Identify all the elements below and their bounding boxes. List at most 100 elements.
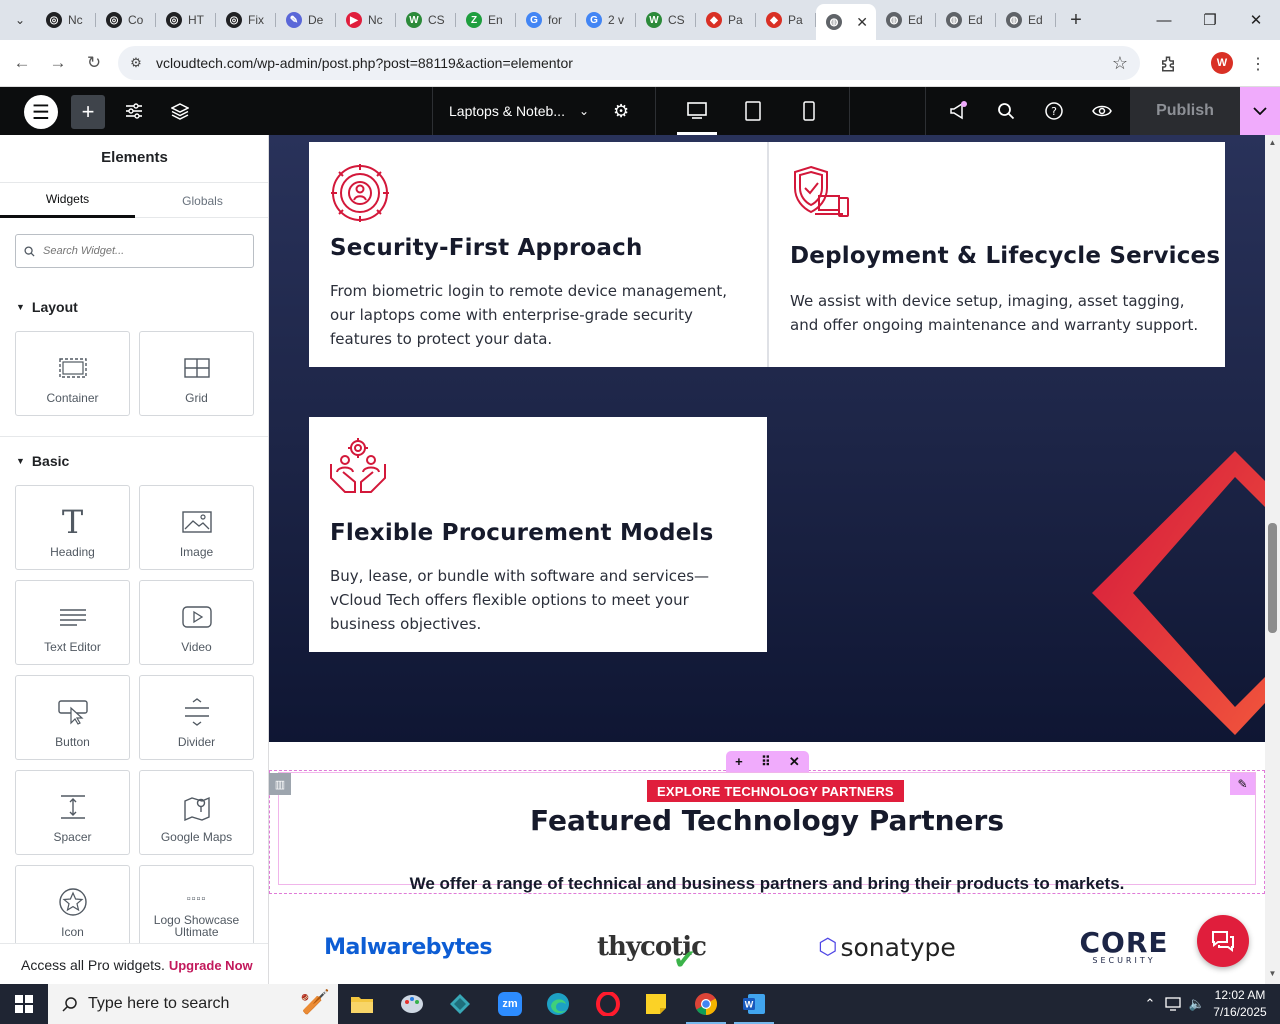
- scroll-down-arrow-icon[interactable]: ▼: [1265, 969, 1280, 978]
- widget-spacer[interactable]: Spacer: [15, 770, 130, 855]
- sticky-notes-icon[interactable]: [632, 984, 680, 1024]
- widget-logo-showcase[interactable]: ▫▫▫▫ Logo Showcase Ultimate: [139, 865, 254, 950]
- browser-tab[interactable]: W CS: [396, 4, 456, 36]
- widget-google-maps[interactable]: Google Maps: [139, 770, 254, 855]
- browser-tab[interactable]: Gfor: [516, 4, 576, 36]
- new-tab-button[interactable]: +: [1062, 6, 1090, 34]
- close-tab-icon[interactable]: ✕: [856, 14, 868, 31]
- widget-search-input[interactable]: [43, 245, 243, 257]
- edge-browser-icon[interactable]: [534, 984, 582, 1024]
- page-selector[interactable]: Laptops & Noteb... ⌄ ⚙: [432, 87, 656, 135]
- browser-tab[interactable]: ◍ Ed: [876, 4, 936, 36]
- profile-avatar[interactable]: W: [1211, 52, 1233, 74]
- chrome-icon[interactable]: [682, 984, 730, 1024]
- notifications-megaphone-icon[interactable]: [940, 87, 976, 135]
- back-arrow-icon[interactable]: ←: [7, 48, 37, 78]
- tab-favicon-icon: ◍: [826, 14, 842, 30]
- browser-tab[interactable]: ▶ Nc: [336, 4, 396, 36]
- search-icon[interactable]: [988, 87, 1024, 135]
- widget-button[interactable]: Button: [15, 675, 130, 760]
- word-icon[interactable]: W: [730, 984, 778, 1024]
- basic-section-header[interactable]: ▼ Basic: [16, 453, 69, 469]
- reload-icon[interactable]: ↻: [79, 48, 109, 78]
- tray-expand-chevron-icon[interactable]: ⌃: [1140, 984, 1160, 1024]
- widget-text-editor[interactable]: Text Editor: [15, 580, 130, 665]
- close-window-icon[interactable]: ✕: [1233, 0, 1279, 40]
- zoom-icon[interactable]: zm: [486, 984, 534, 1024]
- site-info-icon[interactable]: ⚙: [124, 51, 148, 75]
- browser-tab[interactable]: W CS: [636, 4, 696, 36]
- scroll-up-arrow-icon[interactable]: ▲: [1265, 138, 1280, 147]
- widget-search-box[interactable]: [15, 234, 254, 268]
- taskbar-search-box[interactable]: Type here to search 🏏: [48, 984, 338, 1024]
- minimize-icon[interactable]: —: [1141, 0, 1187, 40]
- widget-video[interactable]: Video: [139, 580, 254, 665]
- preview-eye-icon[interactable]: [1084, 87, 1120, 135]
- tab-globals[interactable]: Globals: [135, 183, 268, 218]
- add-section-icon[interactable]: +: [735, 754, 743, 769]
- layout-section-header[interactable]: ▼ Layout: [16, 299, 78, 315]
- browser-tab[interactable]: G 2 v: [576, 4, 636, 36]
- publish-button[interactable]: Publish: [1130, 87, 1240, 135]
- browser-tab[interactable]: ◎ Nc: [36, 4, 96, 36]
- widget-grid[interactable]: Grid: [139, 331, 254, 416]
- edit-pencil-icon[interactable]: ✎: [1230, 773, 1255, 795]
- widget-container[interactable]: Container: [15, 331, 130, 416]
- upgrade-now-link[interactable]: Upgrade Now: [169, 958, 253, 973]
- page-settings-gear-icon[interactable]: ⚙: [613, 101, 629, 122]
- mobile-icon[interactable]: [789, 87, 829, 135]
- elementor-logo-icon[interactable]: ☰: [24, 95, 58, 129]
- app-diamond-icon[interactable]: [436, 984, 484, 1024]
- malwarebytes-logo: Malwarebytes: [324, 934, 492, 960]
- widget-image[interactable]: Image: [139, 485, 254, 570]
- browser-tab[interactable]: ◍ Ed: [996, 4, 1056, 36]
- column-handle-icon[interactable]: ▥: [269, 773, 291, 795]
- paint-icon[interactable]: [388, 984, 436, 1024]
- browser-tab[interactable]: ◎ HT: [156, 4, 216, 36]
- add-element-button[interactable]: +: [71, 95, 105, 129]
- forward-arrow-icon[interactable]: →: [43, 48, 73, 78]
- browser-tab[interactable]: Z En: [456, 4, 516, 36]
- opera-icon[interactable]: [584, 984, 632, 1024]
- feature-card-deployment[interactable]: Deployment & Lifecycle Services We assis…: [767, 142, 1225, 367]
- vertical-scrollbar[interactable]: ▲ ▼: [1265, 135, 1280, 984]
- chrome-menu-icon[interactable]: ⋮: [1245, 51, 1271, 77]
- taskbar-clock[interactable]: 12:02 AM 7/16/2025: [1205, 987, 1275, 1021]
- publish-options-chevron-icon[interactable]: [1240, 87, 1280, 135]
- widget-heading[interactable]: T Heading: [15, 485, 130, 570]
- windows-start-icon[interactable]: [0, 984, 48, 1024]
- browser-tab[interactable]: ◎ Co: [96, 4, 156, 36]
- tab-widgets[interactable]: Widgets: [0, 183, 135, 218]
- browser-tab[interactable]: ◍ Ed: [936, 4, 996, 36]
- widget-icon[interactable]: Icon: [15, 865, 130, 950]
- drag-handle-icon[interactable]: ⠿: [761, 754, 771, 770]
- delete-section-icon[interactable]: ✕: [789, 754, 800, 770]
- site-settings-icon[interactable]: [118, 87, 150, 135]
- network-icon[interactable]: [1162, 984, 1184, 1024]
- tab-favicon-icon: W: [646, 12, 662, 28]
- structure-layers-icon[interactable]: [164, 87, 196, 135]
- tablet-icon[interactable]: [733, 87, 773, 135]
- browser-tab[interactable]: ◆ Pa: [696, 4, 756, 36]
- scrollbar-thumb[interactable]: [1268, 523, 1277, 633]
- thycotic-logo: thycotic ✔: [597, 932, 707, 976]
- url-text[interactable]: vcloudtech.com/wp-admin/post.php?post=88…: [156, 55, 573, 71]
- extensions-icon[interactable]: [1155, 51, 1181, 77]
- browser-tab[interactable]: ✎ De: [276, 4, 336, 36]
- omnibox[interactable]: ⚙ vcloudtech.com/wp-admin/post.php?post=…: [118, 46, 1140, 80]
- browser-tab[interactable]: ◆ Pa: [756, 4, 816, 36]
- browser-tab[interactable]: ◎ Fix: [216, 4, 276, 36]
- file-explorer-icon[interactable]: [338, 984, 386, 1024]
- widget-divider[interactable]: Divider: [139, 675, 254, 760]
- feature-card-security[interactable]: Security-First Approach From biometric l…: [309, 142, 767, 367]
- bookmark-star-icon[interactable]: ☆: [1112, 53, 1128, 74]
- chat-bubble-icon[interactable]: [1197, 915, 1249, 967]
- restore-icon[interactable]: ❐: [1187, 0, 1233, 40]
- desktop-icon[interactable]: [677, 87, 717, 135]
- tab-search-icon[interactable]: ⌄: [4, 4, 36, 36]
- browser-tab[interactable]: ◍ ✕: [816, 4, 876, 40]
- svg-text:W: W: [745, 1000, 754, 1010]
- help-icon[interactable]: ?: [1036, 87, 1072, 135]
- feature-card-procurement[interactable]: Flexible Procurement Models Buy, lease, …: [309, 417, 767, 652]
- checkmark-icon: ✔: [673, 943, 697, 976]
